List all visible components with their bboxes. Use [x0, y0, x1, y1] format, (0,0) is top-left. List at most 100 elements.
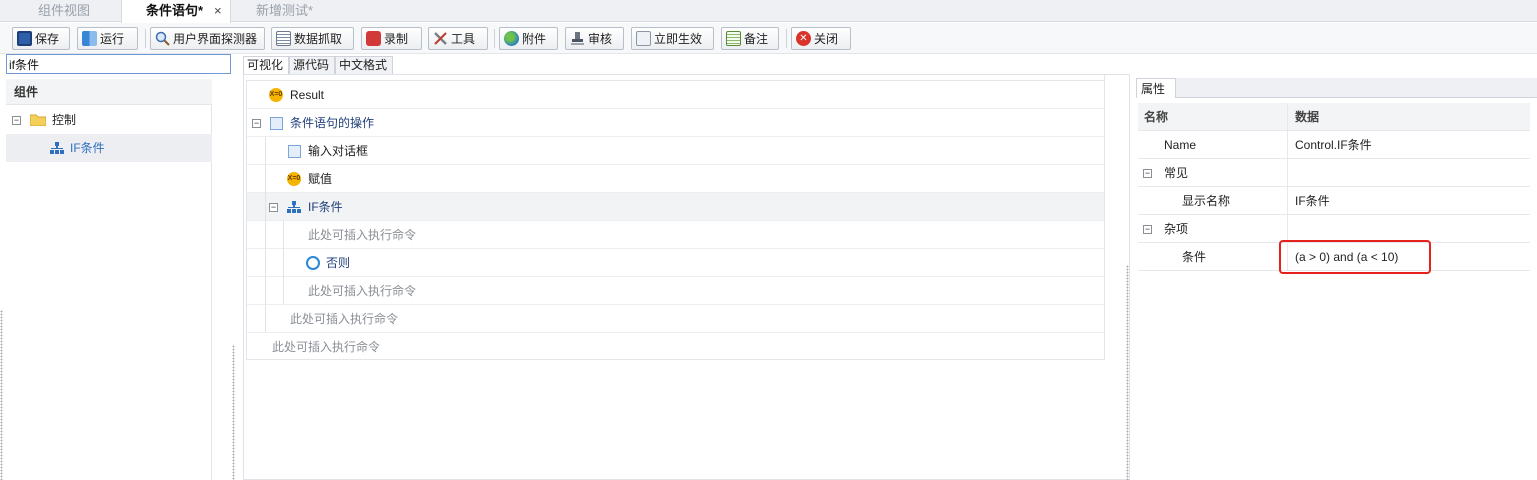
properties-panel: 属性 名称 数据 Name Control.IF条件 − 常见 显示名称 IF条… [1136, 78, 1537, 480]
activity-assign[interactable]: X=0 赋值 [247, 165, 1104, 193]
tab-visual[interactable]: 可视化 [243, 56, 289, 74]
magnifier-icon [155, 31, 170, 46]
attachment-label: 附件 [522, 32, 547, 46]
splitter-grip[interactable] [232, 345, 235, 480]
activity-else[interactable]: 否则 [247, 249, 1104, 277]
toolbar: 保存 运行 用户界面探测器 数据抓取 录制 工具 附件 审核 立即生效 备注 ✕… [0, 23, 1537, 54]
tree-guide-line [265, 137, 266, 333]
collapse-icon[interactable]: − [12, 116, 21, 125]
attachment-button[interactable]: 附件 [499, 27, 558, 50]
tab-properties[interactable]: 属性 [1136, 78, 1176, 98]
save-label: 保存 [35, 32, 60, 46]
run-button[interactable]: 运行 [77, 27, 138, 50]
tree-item-label: IF条件 [70, 141, 105, 155]
property-group-label: 常见 [1138, 159, 1288, 187]
close-button[interactable]: ✕ 关闭 [791, 27, 851, 50]
property-group-label: 杂项 [1138, 215, 1288, 243]
assign-icon: X=0 [269, 88, 283, 102]
toolbar-separator [494, 29, 495, 48]
activity-input-dialog[interactable]: 输入对话框 [247, 137, 1104, 165]
insert-placeholder[interactable]: 此处可插入执行命令 [247, 305, 1104, 333]
collapse-icon[interactable]: − [252, 119, 261, 128]
activity-label: 赋值 [308, 172, 333, 186]
tab-label: 条件语句* [146, 3, 204, 18]
placeholder-label: 此处可插入执行命令 [290, 312, 399, 326]
property-row-display-name[interactable]: 显示名称 IF条件 [1138, 187, 1530, 215]
record-icon [366, 31, 381, 46]
collapse-icon[interactable]: − [269, 203, 278, 212]
insert-placeholder[interactable]: 此处可插入执行命令 [247, 277, 1104, 305]
activity-label: Result [290, 88, 325, 102]
property-row-name[interactable]: Name Control.IF条件 [1138, 131, 1530, 159]
activity-label: 否则 [326, 256, 351, 270]
assign-icon: X=0 [287, 172, 301, 186]
activity-sequence[interactable]: − 条件语句的操作 [247, 109, 1104, 137]
component-panel: 组件 − 控制 IF条件 [6, 54, 232, 480]
activity-label: IF条件 [308, 200, 343, 214]
tools-icon [434, 32, 447, 45]
property-name: 条件 [1138, 243, 1288, 271]
else-icon [306, 256, 320, 270]
property-group-misc[interactable]: − 杂项 [1138, 215, 1530, 243]
if-condition-icon [287, 201, 301, 213]
tab-source-code[interactable]: 源代码 [289, 56, 335, 74]
apply-now-button[interactable]: 立即生效 [631, 27, 714, 50]
toolbar-separator [786, 29, 787, 48]
splitter-grip[interactable] [1126, 265, 1129, 480]
tree-guide-line [283, 221, 284, 305]
page-icon [636, 31, 651, 46]
apply-now-label: 立即生效 [654, 32, 703, 46]
if-condition-icon [50, 142, 64, 154]
insert-placeholder[interactable]: 此处可插入执行命令 [247, 333, 1104, 361]
save-button[interactable]: 保存 [12, 27, 70, 50]
close-icon[interactable]: × [214, 0, 222, 22]
tab-chinese-format[interactable]: 中文格式 [335, 56, 393, 74]
insert-placeholder[interactable]: 此处可插入执行命令 [247, 221, 1104, 249]
activity-label: 输入对话框 [308, 144, 369, 158]
placeholder-label: 此处可插入执行命令 [308, 228, 417, 242]
component-search-input[interactable] [6, 54, 231, 74]
property-value [1288, 215, 1530, 243]
property-value[interactable]: Control.IF条件 [1288, 131, 1530, 159]
run-label: 运行 [100, 32, 125, 46]
column-header-name: 名称 [1138, 103, 1288, 131]
record-label: 录制 [384, 32, 409, 46]
property-value[interactable]: IF条件 [1288, 187, 1530, 215]
stamp-icon [571, 32, 584, 45]
notes-button[interactable]: 备注 [721, 27, 779, 50]
close-label: 关闭 [814, 32, 839, 46]
table-icon [276, 31, 291, 46]
tab-conditional-statement[interactable]: 条件语句* × [121, 0, 231, 23]
column-header-data: 数据 [1295, 110, 1320, 124]
document-tab-bar: 组件视图 条件语句* × 新增测试* [0, 0, 1537, 23]
tab-new-test[interactable]: 新增测试* [256, 0, 313, 22]
record-button[interactable]: 录制 [361, 27, 422, 50]
ui-detector-button[interactable]: 用户界面探测器 [150, 27, 265, 50]
close-circle-icon: ✕ [796, 31, 811, 46]
workflow-canvas: X=0 Result − 条件语句的操作 输入对话框 X=0 赋值 − IF条件… [243, 74, 1130, 480]
placeholder-label: 此处可插入执行命令 [308, 284, 417, 298]
activity-result[interactable]: X=0 Result [247, 81, 1104, 109]
condition-highlight-box [1279, 240, 1431, 274]
tools-button[interactable]: 工具 [428, 27, 488, 50]
property-name: 显示名称 [1138, 187, 1288, 215]
toolbar-separator [145, 29, 146, 48]
tree-item-if-condition[interactable]: IF条件 [6, 134, 212, 162]
property-value [1288, 159, 1530, 187]
activity-if-condition[interactable]: − IF条件 [247, 193, 1104, 221]
notes-label: 备注 [744, 32, 769, 46]
data-capture-button[interactable]: 数据抓取 [271, 27, 354, 50]
property-group-common[interactable]: − 常见 [1138, 159, 1530, 187]
placeholder-label: 此处可插入执行命令 [272, 340, 381, 354]
save-icon [17, 31, 32, 46]
properties-tab-strip [1176, 78, 1537, 98]
splitter-grip[interactable] [0, 310, 3, 480]
tab-component-view[interactable]: 组件视图 [38, 0, 90, 22]
review-button[interactable]: 审核 [565, 27, 624, 50]
attachment-icon [504, 31, 519, 46]
tree-item-control[interactable]: − 控制 [6, 106, 212, 134]
notes-icon [726, 31, 741, 46]
property-grid-header: 名称 数据 [1138, 103, 1530, 131]
tools-label: 工具 [451, 32, 476, 46]
review-label: 审核 [588, 32, 613, 46]
